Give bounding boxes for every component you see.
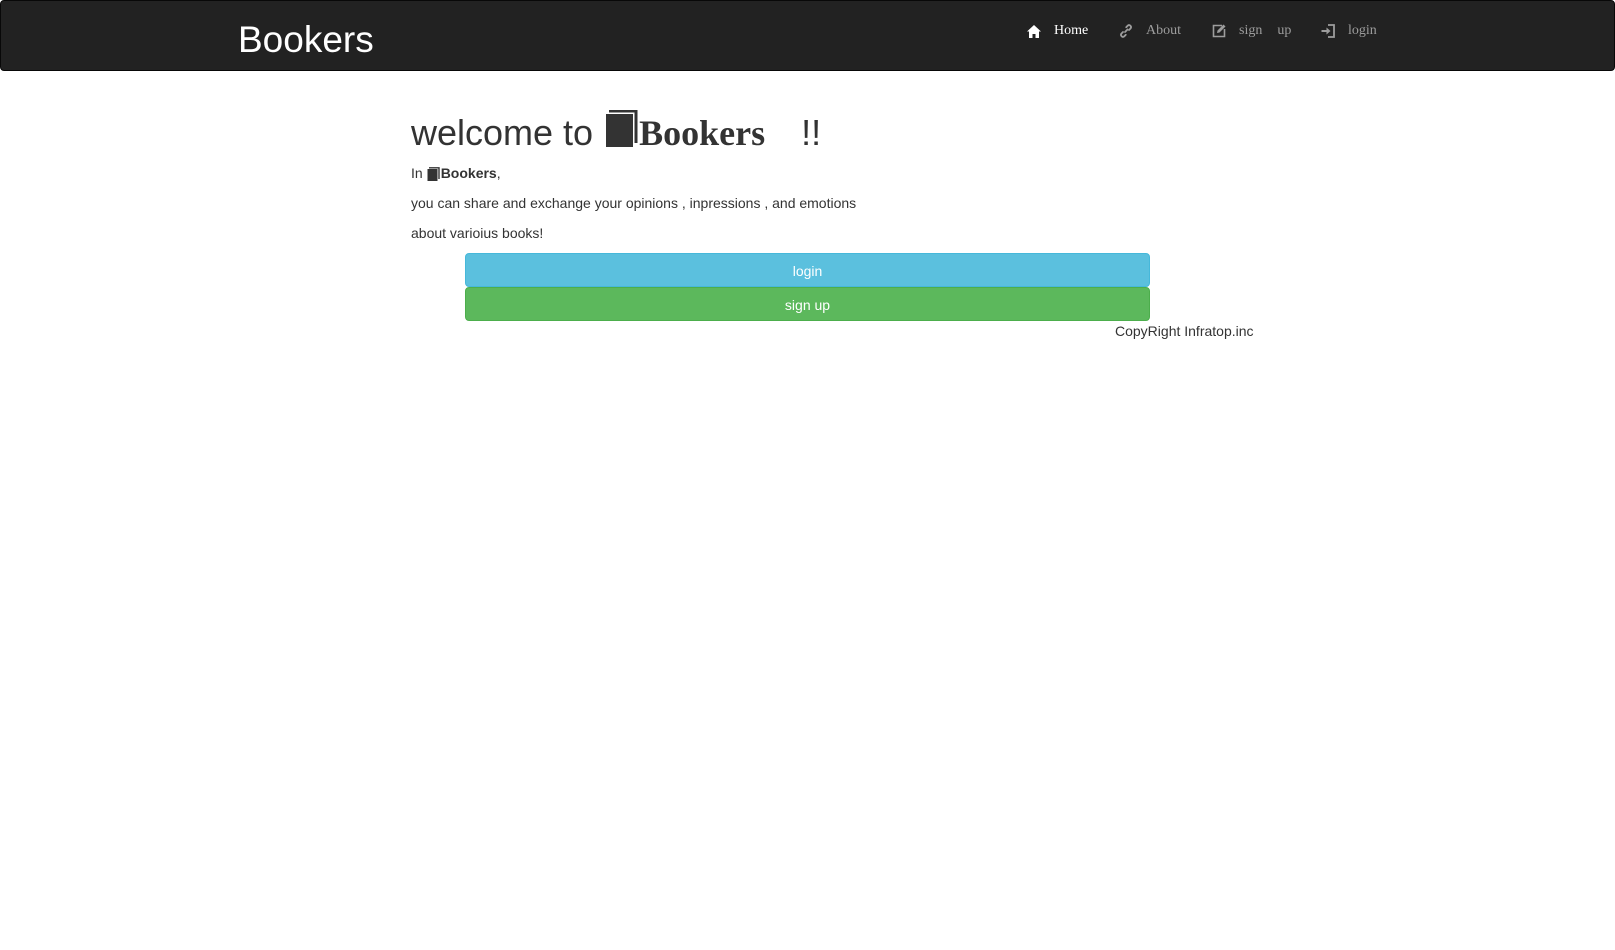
nav-item-signup-label-sign: sign: [1239, 23, 1263, 38]
nav-item-about[interactable]: About: [1118, 20, 1181, 42]
intro-line-2: you can share and exchange your opinions…: [411, 195, 857, 211]
intro-line-3: about varioius books!: [411, 225, 544, 241]
nav-item-signup[interactable]: sign up: [1211, 20, 1291, 42]
intro-line-1: In Bookers ,: [411, 163, 501, 183]
login-button[interactable]: login: [465, 253, 1150, 287]
nav-item-login-label: login: [1348, 23, 1377, 38]
welcome-headline: welcome to Bookers !!: [411, 106, 821, 154]
edit-icon: [1211, 23, 1227, 39]
intro-brand: Bookers: [440, 165, 497, 181]
home-icon: [1026, 23, 1042, 39]
book-icon-small: [427, 166, 440, 181]
link-icon: [1118, 23, 1134, 39]
log-in-icon: [1320, 23, 1336, 39]
signup-button[interactable]: sign up: [465, 287, 1150, 321]
top-navbar: Bookers Home About sign up login: [0, 0, 1615, 71]
nav-item-home[interactable]: Home: [1026, 20, 1088, 42]
navbar-brand[interactable]: Bookers: [238, 18, 374, 62]
headline-exclamation: !!: [801, 112, 822, 153]
book-icon: [605, 109, 638, 148]
intro-comma: ,: [496, 165, 501, 181]
nav-item-signup-label-up: up: [1277, 23, 1292, 38]
nav-item-about-label: About: [1146, 23, 1181, 38]
welcome-prefix: welcome to: [411, 112, 594, 153]
nav-item-home-label: Home: [1054, 23, 1089, 38]
headline-brand: Bookers: [639, 113, 766, 153]
copyright-text: CopyRight Infratop.inc: [1115, 323, 1254, 339]
intro-in-text: In: [411, 165, 423, 181]
nav-item-login[interactable]: login: [1320, 20, 1377, 42]
